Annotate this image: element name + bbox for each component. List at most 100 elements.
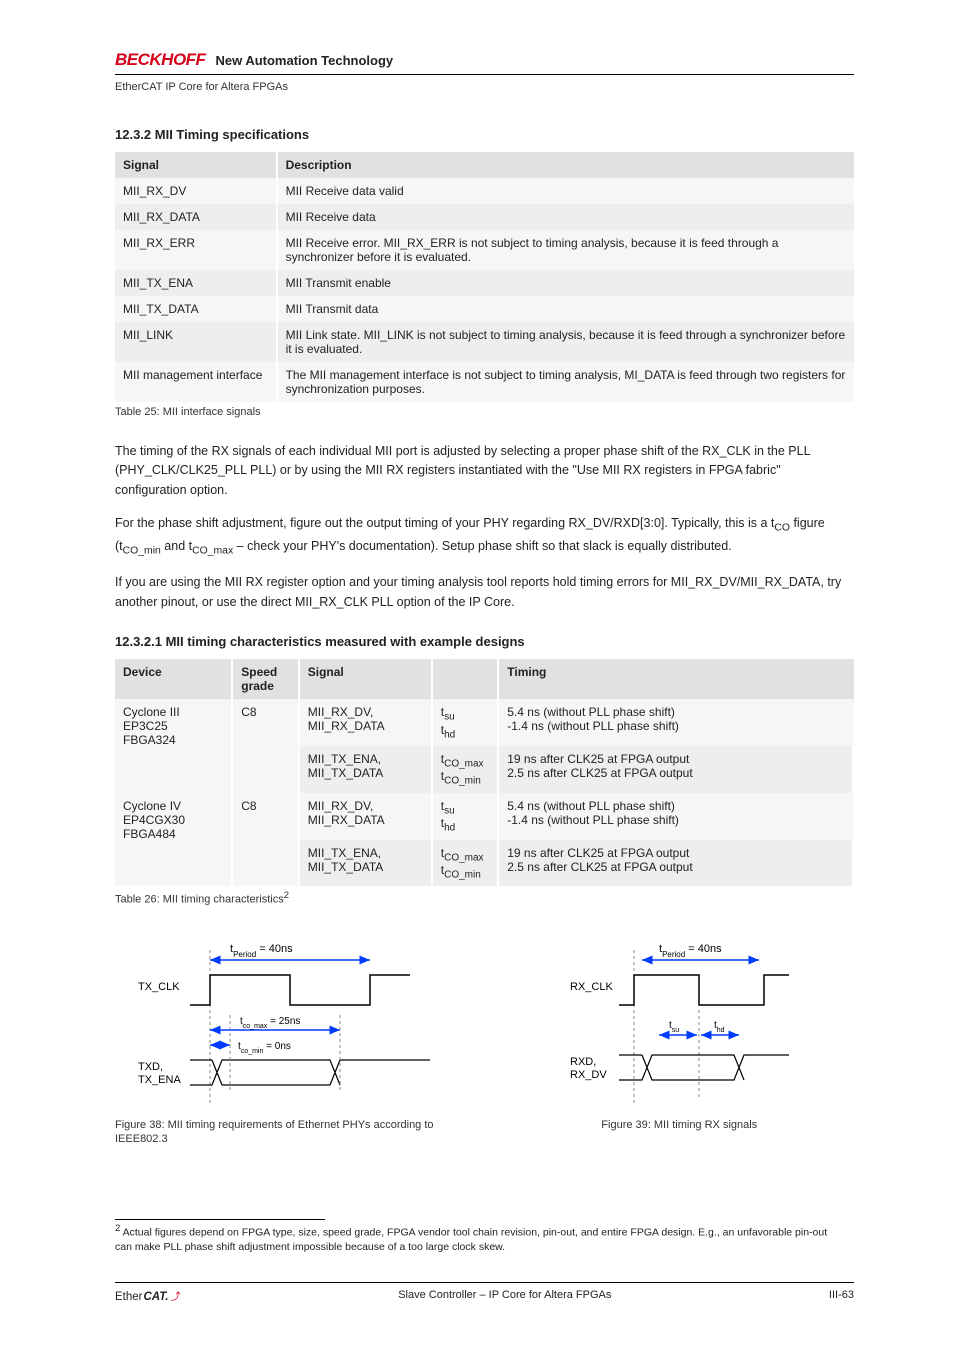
- col-device: Device: [115, 659, 233, 699]
- col-signal: Signal: [300, 659, 433, 699]
- mii-signals-table: Signal Description MII_RX_DVMII Receive …: [115, 152, 854, 402]
- section-heading-mii-timing: 12.3.2 MII Timing specifications: [115, 127, 854, 142]
- text: MII_RX_DATA: [308, 813, 385, 827]
- text: = 40ns: [689, 943, 723, 955]
- subscript: CO_max: [444, 758, 483, 769]
- text: FBGA324: [123, 733, 176, 747]
- ethercat-logo: EtherCAT.⤴: [115, 1289, 181, 1304]
- text: MII_TX_DATA: [308, 860, 384, 874]
- footer-center: Slave Controller – IP Core for Altera FP…: [398, 1289, 611, 1304]
- col-blank: [433, 659, 500, 699]
- subscript: Period: [662, 949, 685, 958]
- text: EP3C25: [123, 719, 168, 733]
- text: 2.5 ns after CLK25 at FPGA output: [507, 860, 692, 874]
- subscript: su: [672, 1026, 680, 1033]
- text: -1.4 ns (without PLL phase shift): [507, 719, 679, 733]
- text: MII_TX_ENA,: [308, 846, 381, 860]
- cell: tsu thd: [433, 793, 500, 840]
- table-row: Cyclone III EP3C25 FBGA324 C8 MII_RX_DV,…: [115, 699, 854, 746]
- table-row: Cyclone IV EP4CGX30 FBGA484 C8 MII_RX_DV…: [115, 793, 854, 840]
- label: RX_DV: [570, 1069, 607, 1081]
- figure-caption: Figure 39: MII timing RX signals: [601, 1118, 757, 1132]
- table-row: MII management interfaceThe MII manageme…: [115, 362, 854, 402]
- col-signal: Signal: [115, 152, 278, 178]
- superscript: 2: [284, 890, 289, 901]
- subscript: Period: [233, 949, 256, 958]
- cell: MII management interface: [115, 362, 278, 402]
- subscript: co_min: [241, 1047, 264, 1054]
- cell: C8: [233, 699, 300, 793]
- text: = 25ns: [270, 1016, 300, 1027]
- text: MII_RX_DV,: [308, 799, 374, 813]
- text: = 40ns: [259, 943, 293, 955]
- subscript: CO_min: [123, 545, 161, 556]
- text: Cyclone IV: [123, 799, 181, 813]
- col-speed: Speed grade: [233, 659, 300, 699]
- text: FBGA484: [123, 827, 176, 841]
- subscript: su: [444, 805, 455, 816]
- cell: 19 ns after CLK25 at FPGA output 2.5 ns …: [499, 840, 854, 887]
- subscript: CO_max: [192, 545, 233, 556]
- cell: MII Transmit data: [278, 296, 854, 322]
- subscript: CO: [774, 523, 790, 534]
- label: TX_ENA: [138, 1074, 181, 1086]
- svg-text:TX_ENA: TX_ENA: [138, 1074, 181, 1086]
- cell: MII_RX_DV, MII_RX_DATA: [300, 699, 433, 746]
- cell: Cyclone IV EP4CGX30 FBGA484: [115, 793, 233, 887]
- subscript: hd: [717, 1026, 725, 1033]
- subscript: su: [444, 712, 455, 723]
- text: EP4CGX30: [123, 813, 185, 827]
- paragraph: For the phase shift adjustment, figure o…: [115, 514, 854, 559]
- text: MII_TX_DATA: [308, 766, 384, 780]
- cell: tsu thd: [433, 699, 500, 746]
- footnote-separator: [115, 1219, 325, 1220]
- cell: tCO_max tCO_min: [433, 746, 500, 793]
- timing-diagram-icon: tPeriod = 40ns RX_CLK tsu thd RXD, RX_DV: [564, 930, 794, 1110]
- timing-diagram-icon: tPeriod = 40ns TX_CLK tco_max = 25ns tco…: [130, 930, 450, 1110]
- cell: MII Receive data valid: [278, 178, 854, 204]
- svg-text:tco_max = 25ns: tco_max = 25ns: [240, 1016, 300, 1030]
- text: configuration option.: [115, 483, 228, 497]
- brand-tagline: New Automation Technology: [215, 53, 393, 68]
- table-row: MII_RX_DVMII Receive data valid: [115, 178, 854, 204]
- page-header: BECKHOFF New Automation Technology: [115, 50, 854, 75]
- cell: 19 ns after CLK25 at FPGA output 2.5 ns …: [499, 746, 854, 793]
- subscript: hd: [444, 729, 455, 740]
- col-description: Description: [278, 152, 854, 178]
- table-row: MII_LINKMII Link state. MII_LINK is not …: [115, 322, 854, 362]
- text: Table 26: MII timing characteristics: [115, 894, 284, 906]
- text: 19 ns after CLK25 at FPGA output: [507, 846, 689, 860]
- cell: MII Receive error. MII_RX_ERR is not sub…: [278, 230, 854, 270]
- text: and t: [164, 539, 192, 553]
- subscript: co_max: [243, 1022, 268, 1029]
- table-caption: Table 26: MII timing characteristics2: [115, 890, 854, 906]
- cell: Cyclone III EP3C25 FBGA324: [115, 699, 233, 793]
- subscript: CO_max: [444, 852, 483, 863]
- figure-caption: Figure 38: MII timing requirements of Et…: [115, 1118, 465, 1147]
- text: MII_RX_DATA: [308, 719, 385, 733]
- cell: 5.4 ns (without PLL phase shift) -1.4 ns…: [499, 699, 854, 746]
- table-caption: Table 25: MII interface signals: [115, 406, 854, 418]
- cell: The MII management interface is not subj…: [278, 362, 854, 402]
- cell: MII_TX_ENA: [115, 270, 278, 296]
- subscript: hd: [444, 823, 455, 834]
- cell: MII Receive data: [278, 204, 854, 230]
- svg-text:tPeriod = 40ns: tPeriod = 40ns: [659, 943, 722, 959]
- table-row: MII_TX_ENAMII Transmit enable: [115, 270, 854, 296]
- text: 2.5 ns after CLK25 at FPGA output: [507, 766, 692, 780]
- table-row: MII_RX_DATAMII Receive data: [115, 204, 854, 230]
- cell: C8: [233, 793, 300, 887]
- cell: MII_RX_DV: [115, 178, 278, 204]
- cell: MII Transmit enable: [278, 270, 854, 296]
- label: RXD,: [570, 1056, 596, 1068]
- cell: MII_RX_ERR: [115, 230, 278, 270]
- text: Cyclone III: [123, 705, 180, 719]
- cell: MII Link state. MII_LINK is not subject …: [278, 322, 854, 362]
- text: 19 ns after CLK25 at FPGA output: [507, 752, 689, 766]
- mii-characteristics-table: Device Speed grade Signal Timing Cyclone…: [115, 659, 854, 886]
- figures-row: tPeriod = 40ns TX_CLK tco_max = 25ns tco…: [115, 930, 854, 1147]
- section-heading-mii-characteristics: 12.3.2.1 MII timing characteristics meas…: [115, 634, 854, 649]
- cell: MII_RX_DV, MII_RX_DATA: [300, 793, 433, 840]
- text: MII_TX_ENA,: [308, 752, 381, 766]
- page-number: III-63: [829, 1289, 854, 1304]
